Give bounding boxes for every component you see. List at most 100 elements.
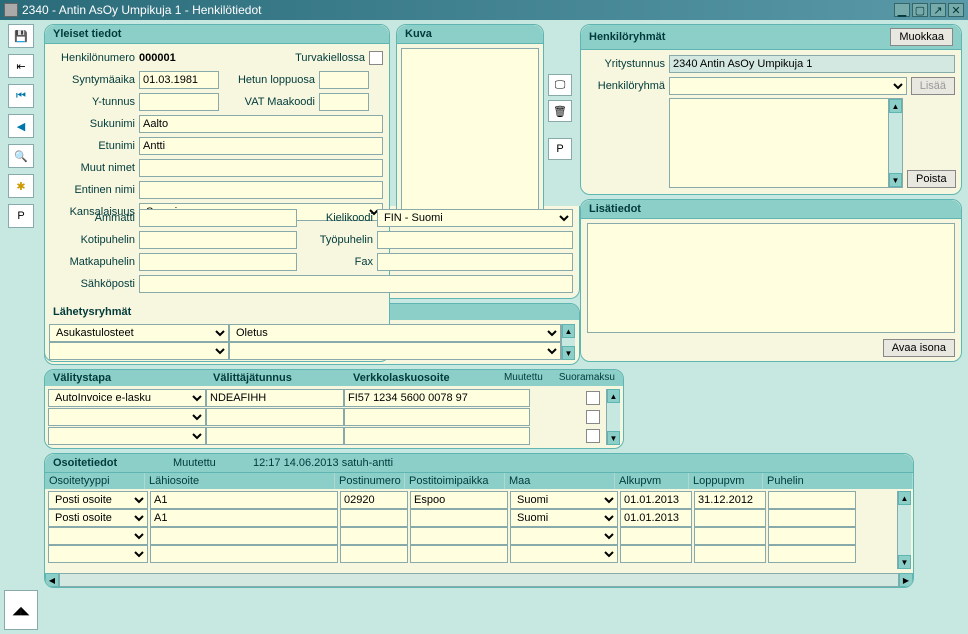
mediator-id-input-3[interactable] [206,427,344,445]
new-icon[interactable]: ✱ [8,174,34,198]
picture-monitor-icon[interactable]: 🖵 [548,74,572,96]
firstname-input[interactable] [139,137,383,155]
workphone-input[interactable] [377,231,573,249]
addr-start-input[interactable] [620,527,692,545]
add-button[interactable]: Lisää [911,77,955,95]
addr-phone-input[interactable] [768,527,856,545]
person-number: 000001 [139,52,219,64]
close-button[interactable]: ✕ [948,3,964,17]
max-button[interactable]: ▢ [912,3,928,17]
scrollbar[interactable]: ▲▼ [888,99,902,187]
addr-end-input[interactable] [694,527,766,545]
addr-city-input[interactable] [410,491,508,509]
direct-payment-checkbox[interactable] [586,391,600,405]
restore-button[interactable]: ↗ [930,3,946,17]
addr-city-input[interactable] [410,509,508,527]
addr-zip-input[interactable] [340,527,408,545]
horizontal-scrollbar[interactable]: ◀▶ [45,573,913,587]
addr-start-input[interactable] [620,491,692,509]
addr-hdr-city: Postitoimipaikka [405,473,505,489]
addr-street-input[interactable] [150,545,338,563]
p-button[interactable]: P [8,204,34,228]
mediator-id-input[interactable] [206,389,344,407]
direct-payment-checkbox-2[interactable] [586,410,600,424]
picture-box [401,48,539,218]
occupation-input[interactable] [139,209,297,227]
surname-label: Sukunimi [51,118,139,130]
addr-street-input[interactable] [150,527,338,545]
addr-zip-input[interactable] [340,509,408,527]
picture-panel: Kuva [396,24,544,224]
mobile-label: Matkapuhelin [51,256,139,268]
einvoice-addr-input-2[interactable] [344,408,530,426]
sendgroup-type-select[interactable]: Asukastulosteet [49,324,229,342]
addr-type-select[interactable] [48,545,148,563]
remove-button[interactable]: Poista [907,170,956,188]
mediation-type-select-2[interactable] [48,408,206,426]
birthdate-input[interactable] [139,71,219,89]
mobile-input[interactable] [139,253,297,271]
addr-city-input[interactable] [410,527,508,545]
mediation-type-select[interactable]: AutoInvoice e-lasku [48,389,206,407]
person-group-list[interactable] [670,99,888,187]
addr-city-input[interactable] [410,545,508,563]
addr-start-input[interactable] [620,509,692,527]
addr-country-select[interactable] [510,545,618,563]
addr-country-select[interactable]: Suomi [510,491,618,509]
min-button[interactable]: ▁ [894,3,910,17]
fax-input[interactable] [377,253,573,271]
surname-input[interactable] [139,115,383,133]
nav-prev-icon[interactable]: ◀ [8,114,34,138]
addr-country-select[interactable] [510,527,618,545]
addr-zip-input[interactable] [340,545,408,563]
addr-zip-input[interactable] [340,491,408,509]
addr-end-input[interactable] [694,491,766,509]
save-icon[interactable]: 💾 [8,24,34,48]
person-group-select[interactable] [669,77,907,95]
addr-phone-input[interactable] [768,545,856,563]
turvakielto-checkbox[interactable] [369,51,383,65]
sendgroup-value-select-2[interactable] [229,342,561,360]
addr-street-input[interactable] [150,491,338,509]
mediation-type-select-3[interactable] [48,427,206,445]
sendgroup-type-select-2[interactable] [49,342,229,360]
formername-input[interactable] [139,181,383,199]
email-input[interactable] [139,275,573,293]
othernames-input[interactable] [139,159,383,177]
hetun-label: Hetun loppuosa [219,74,319,86]
addr-type-select[interactable]: Posti osoite [48,491,148,509]
mediator-id-input-2[interactable] [206,408,344,426]
scrollbar[interactable]: ▲▼ [897,491,911,569]
picture-delete-icon[interactable]: 🗑 [548,100,572,122]
addr-type-select[interactable]: Posti osoite [48,509,148,527]
addr-start-input[interactable] [620,545,692,563]
einvoice-addr-input-3[interactable] [344,427,530,445]
addr-street-input[interactable] [150,509,338,527]
einvoice-addr-input[interactable] [344,389,530,407]
addr-phone-input[interactable] [768,491,856,509]
exit-icon[interactable]: ⇤ [8,54,34,78]
addr-end-input[interactable] [694,509,766,527]
homephone-input[interactable] [139,231,297,249]
addr-country-select[interactable]: Suomi [510,509,618,527]
langcode-select[interactable]: FIN - Suomi [377,209,573,227]
ytunnus-input[interactable] [139,93,219,111]
vat-input[interactable] [319,93,369,111]
company-id-label: Yritystunnus [587,58,669,70]
direct-payment-checkbox-3[interactable] [586,429,600,443]
addr-phone-input[interactable] [768,509,856,527]
addr-type-select[interactable] [48,527,148,545]
hetun-input[interactable] [319,71,369,89]
search-icon[interactable]: 🔍 [8,144,34,168]
sendgroup-value-select[interactable]: Oletus [229,324,561,342]
open-large-button[interactable]: Avaa isona [883,339,955,357]
scrollbar[interactable]: ▲▼ [606,389,620,445]
edit-button[interactable]: Muokkaa [890,28,953,46]
window-title: 2340 - Antin AsOy Umpikuja 1 - Henkilöti… [22,3,892,17]
scrollbar[interactable]: ▲▼ [561,324,575,360]
additional-info-textarea[interactable] [587,223,955,333]
picture-p-button[interactable]: P [548,138,572,160]
general-header: Yleiset tiedot [45,25,389,44]
addr-end-input[interactable] [694,545,766,563]
nav-first-icon[interactable]: ⏮ [8,84,34,108]
